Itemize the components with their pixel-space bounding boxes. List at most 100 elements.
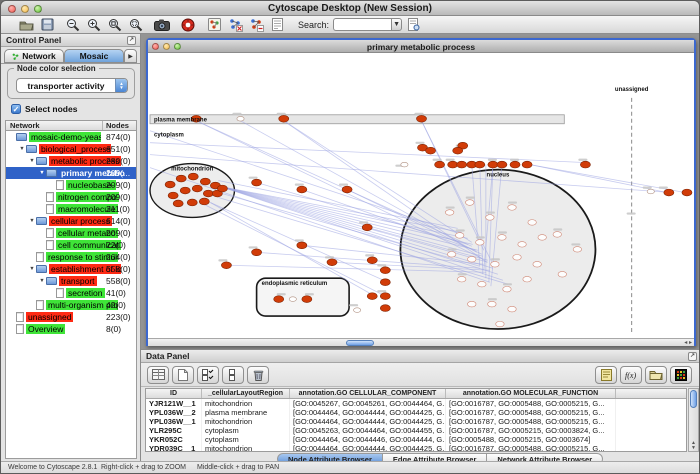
help-button[interactable] xyxy=(179,17,197,33)
column-header[interactable]: annotation.GO MOLECULAR_FUNCTION xyxy=(446,389,616,398)
graph-edge[interactable] xyxy=(284,121,472,243)
tree-row[interactable]: mosaic-demo-yeast874(0) xyxy=(6,131,136,143)
tree-row[interactable]: ▼primary metabo209(... xyxy=(6,167,136,179)
graph-node[interactable] xyxy=(523,276,531,282)
vscroll-arrows-icon[interactable]: ▲▼ xyxy=(689,441,698,451)
graph-node[interactable] xyxy=(496,321,504,327)
table-cell[interactable]: mitochondrion xyxy=(202,417,290,426)
open-session-button[interactable] xyxy=(17,17,35,33)
graph-node[interactable] xyxy=(486,215,494,221)
graph-node[interactable] xyxy=(488,161,498,168)
graph-node[interactable] xyxy=(192,185,202,192)
graph-node[interactable] xyxy=(252,179,262,186)
table-row[interactable]: YDR039C__1mitochondrion[GO:0044464, GO:0… xyxy=(146,444,686,452)
graph-node[interactable] xyxy=(488,301,496,307)
graph-node[interactable] xyxy=(380,279,390,286)
table-cell[interactable]: mitochondrion xyxy=(202,399,290,408)
graph-node[interactable] xyxy=(682,189,692,196)
graph-node[interactable] xyxy=(453,147,463,154)
tree-col-network[interactable]: Network xyxy=(6,121,103,130)
table-cell[interactable]: [GO:0016787, GO:0005488, GO:0005215, G..… xyxy=(446,444,616,452)
expander-icon[interactable]: ▼ xyxy=(28,218,36,224)
graph-node[interactable] xyxy=(426,147,436,154)
unselect-attributes-button[interactable] xyxy=(222,366,244,384)
graph-node[interactable] xyxy=(468,256,476,262)
graph-node[interactable] xyxy=(466,200,474,206)
snapshot-button[interactable] xyxy=(153,17,171,33)
tree-row[interactable]: ▼cellular process614(0) xyxy=(6,215,136,227)
zoom-selected-button[interactable] xyxy=(106,17,124,33)
annotation-button[interactable] xyxy=(268,17,286,33)
graph-node[interactable] xyxy=(188,173,198,180)
graph-node[interactable] xyxy=(289,297,296,302)
graph-node[interactable] xyxy=(510,161,520,168)
graph-node[interactable] xyxy=(491,261,499,267)
expander-icon[interactable]: ▼ xyxy=(18,146,26,152)
tree-row[interactable]: cell communicat22(0) xyxy=(6,239,136,251)
search-options-button[interactable] xyxy=(405,17,423,33)
graph-node[interactable] xyxy=(476,240,484,246)
graph-node[interactable] xyxy=(558,271,566,277)
graph-node[interactable] xyxy=(647,189,654,194)
float-panel-icon[interactable]: ↗ xyxy=(127,36,136,45)
graph-node[interactable] xyxy=(416,115,426,122)
vizmapper-button[interactable] xyxy=(205,17,223,33)
graph-node[interactable] xyxy=(522,161,532,168)
tab-network[interactable]: Network xyxy=(4,49,64,63)
graph-node[interactable] xyxy=(354,308,361,313)
graph-node[interactable] xyxy=(200,178,210,185)
column-header[interactable]: _cellularLayoutRegion xyxy=(202,389,290,398)
table-cell[interactable]: YLR295C xyxy=(146,426,202,435)
graph-node[interactable] xyxy=(297,242,307,249)
table-cell[interactable]: mitochondrion xyxy=(202,444,290,452)
graph-node[interactable] xyxy=(274,296,284,303)
table-row[interactable]: YPL036W__2plasma membrane[GO:0044464, GO… xyxy=(146,408,686,417)
graph-node[interactable] xyxy=(553,232,561,238)
graph-node[interactable] xyxy=(447,252,455,258)
save-session-button[interactable] xyxy=(38,17,56,33)
graph-node[interactable] xyxy=(187,199,197,206)
table-cell[interactable]: cytoplasm xyxy=(202,435,290,444)
table-cell[interactable]: [GO:0005488, GO:0005215, GO:0003674] xyxy=(446,435,616,444)
graph-node[interactable] xyxy=(513,254,521,260)
vscroll-thumb[interactable] xyxy=(690,390,697,408)
tree-row[interactable]: macromolecule311(0) xyxy=(6,203,136,215)
table-cell[interactable]: cytoplasm xyxy=(202,426,290,435)
graph-node[interactable] xyxy=(297,186,307,193)
table-cell[interactable]: YPL036W__1 xyxy=(146,417,202,426)
graph-node[interactable] xyxy=(302,296,312,303)
table-cell[interactable]: YPL036W__2 xyxy=(146,408,202,417)
graph-node[interactable] xyxy=(508,205,516,211)
graph-node[interactable] xyxy=(457,161,467,168)
graph-node[interactable] xyxy=(279,115,289,122)
table-cell[interactable]: YDR039C__1 xyxy=(146,444,202,452)
expander-icon[interactable]: ▼ xyxy=(38,278,46,284)
graph-node[interactable] xyxy=(458,276,466,282)
zoom-in-button[interactable] xyxy=(85,17,103,33)
delete-attribute-button[interactable] xyxy=(247,366,269,384)
graph-node[interactable] xyxy=(199,198,209,205)
tree-row[interactable]: nucleobase-209(0) xyxy=(6,179,136,191)
table-cell[interactable]: [GO:0016787, GO:0005488, GO:0005215, G..… xyxy=(446,408,616,417)
search-input[interactable] xyxy=(333,18,391,31)
graph-node[interactable] xyxy=(580,161,590,168)
table-cell[interactable]: [GO:0044464, GO:0044444, GO:0044425, G..… xyxy=(290,444,446,452)
graph-node[interactable] xyxy=(168,192,178,199)
tree-row[interactable]: Overview8(0) xyxy=(6,323,136,335)
graph-node[interactable] xyxy=(435,161,445,168)
tree-row[interactable]: response to stimulu264(0) xyxy=(6,251,136,263)
graph-node[interactable] xyxy=(448,161,458,168)
graph-node[interactable] xyxy=(380,305,390,312)
graph-node[interactable] xyxy=(533,261,541,267)
import-attributes-button[interactable] xyxy=(645,366,667,384)
more-tabs-button[interactable]: ▶ xyxy=(124,49,137,63)
table-row[interactable]: YKR052Ccytoplasm[GO:0044464, GO:0044446,… xyxy=(146,435,686,444)
table-cell[interactable]: [GO:0016787, GO:0005488, GO:0005215, G..… xyxy=(446,417,616,426)
table-row[interactable]: YJR121W__1mitochondrion[GO:0045267, GO:0… xyxy=(146,399,686,408)
graph-node[interactable] xyxy=(478,281,486,287)
horizontal-scrollbar[interactable]: ◂ ▸ xyxy=(148,338,694,346)
table-cell[interactable]: [GO:0044464, GO:0044444, GO:0044425, G..… xyxy=(290,408,446,417)
graph-node[interactable] xyxy=(455,233,463,239)
tree-row[interactable]: ▼biological_process651(0) xyxy=(6,143,136,155)
graph-node[interactable] xyxy=(165,181,175,188)
